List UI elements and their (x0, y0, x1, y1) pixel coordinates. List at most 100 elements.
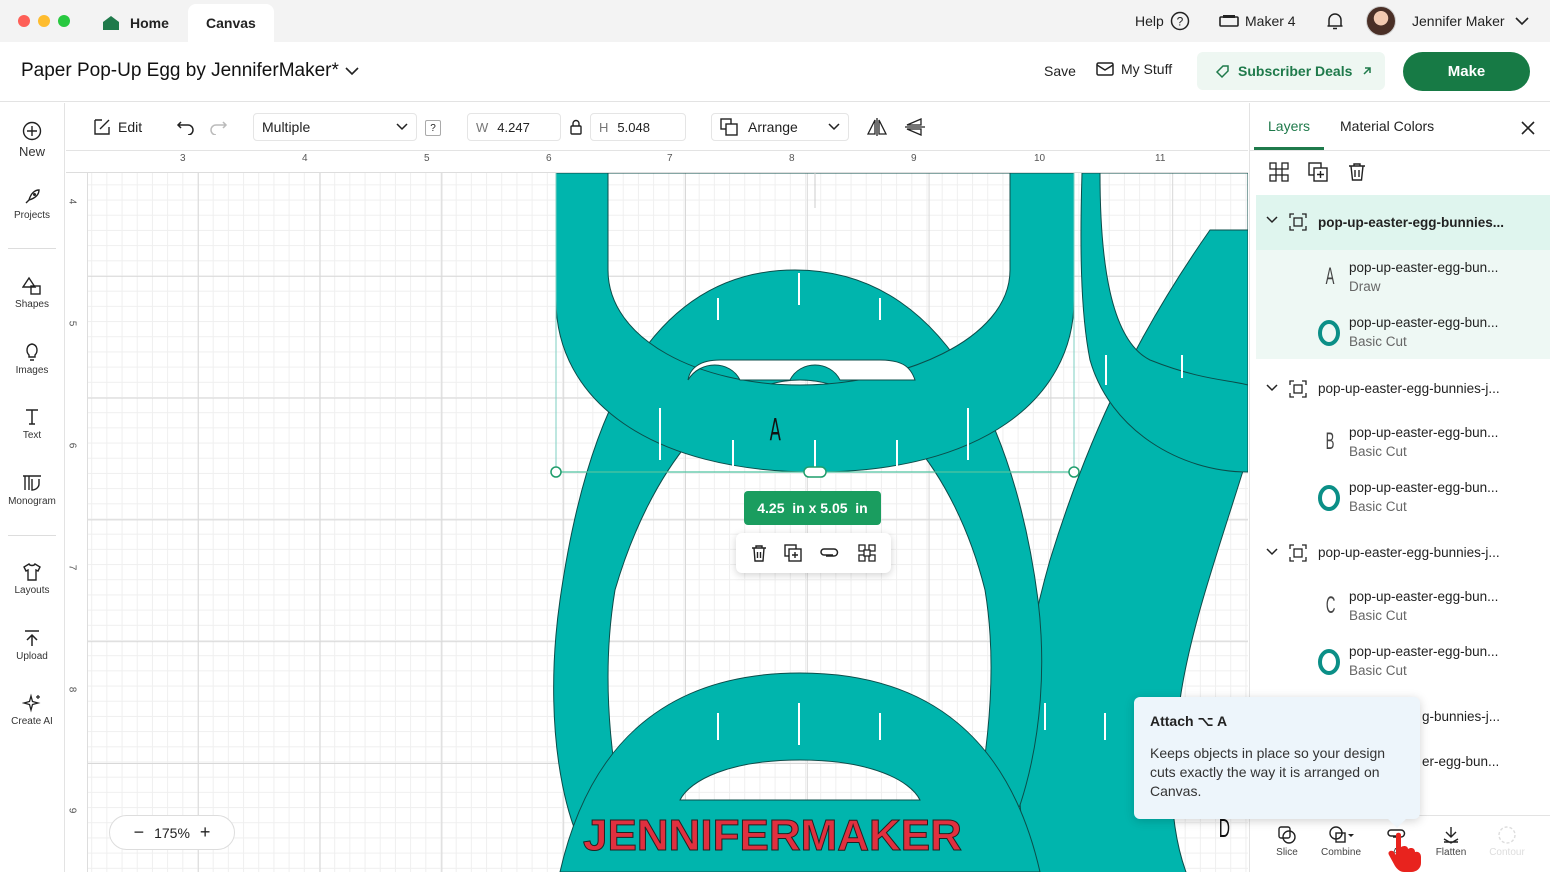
layer-group-name: pop-up-easter-egg-bunnies... (1318, 215, 1505, 230)
zoom-in-button[interactable]: + (200, 822, 211, 843)
zoom-window-button[interactable] (58, 15, 70, 27)
user-menu[interactable]: Jennifer Maker (1366, 0, 1529, 42)
height-field[interactable]: H 5.048 (590, 113, 686, 141)
flatten-icon (1443, 827, 1459, 844)
sidebar-item-monogram[interactable]: Monogram (0, 473, 64, 507)
close-panel-icon[interactable] (1520, 120, 1536, 136)
egg-cut-thumbnail-icon (1318, 320, 1340, 346)
tab-home[interactable]: Home (84, 4, 187, 42)
flatten-button[interactable]: Flatten (1426, 825, 1476, 858)
make-button[interactable]: Make (1403, 52, 1530, 91)
flip-horizontal-icon (866, 118, 888, 136)
question-circle-icon: ? (1170, 11, 1190, 31)
design-artwork[interactable] (88, 173, 1248, 872)
width-field[interactable]: W 4.247 (467, 113, 561, 141)
arrange-label: Arrange (748, 119, 798, 135)
avatar (1366, 6, 1396, 36)
operation-help-badge[interactable]: ? (425, 120, 441, 136)
sidebar-item-label: Text (22, 430, 42, 441)
zoom-out-button[interactable]: − (134, 822, 145, 843)
layer-group[interactable]: pop-up-easter-egg-bunnies-j... (1256, 525, 1550, 580)
sidebar-item-shapes[interactable]: Shapes (0, 276, 64, 310)
lock-icon (570, 119, 582, 135)
layer-name-partial[interactable]: er-egg-bun... (1422, 754, 1499, 769)
group-icon[interactable] (857, 543, 877, 563)
chevron-down-icon[interactable] (1266, 548, 1278, 556)
height-value: 5.048 (617, 119, 650, 135)
slice-icon (1278, 826, 1296, 844)
sidebar-divider (8, 535, 56, 536)
save-button[interactable]: Save (1044, 63, 1076, 79)
ruler-tick-label: 4 (302, 153, 308, 164)
combine-button[interactable]: Combine (1316, 825, 1366, 858)
lock-proportions-button[interactable] (569, 113, 583, 141)
sidebar-item-layouts[interactable]: Layouts (0, 562, 64, 596)
project-title: Paper Pop-Up Egg by JenniferMaker* (21, 60, 339, 81)
layer-group[interactable]: pop-up-easter-egg-bunnies-j... (1256, 361, 1550, 416)
my-stuff-button[interactable]: My Stuff (1096, 61, 1172, 77)
layer-group[interactable]: pop-up-easter-egg-bunnies... (1256, 195, 1550, 250)
selection-handle (1068, 466, 1080, 478)
contour-button[interactable]: Contour (1482, 825, 1532, 858)
trash-icon[interactable] (750, 544, 768, 562)
sidebar-item-text[interactable]: Text (0, 407, 64, 441)
slice-button[interactable]: Slice (1262, 825, 1312, 858)
plus-circle-icon (22, 121, 42, 141)
sidebar-item-label: Create AI (11, 716, 53, 727)
project-title-dropdown[interactable]: Paper Pop-Up Egg by JenniferMaker* (21, 60, 359, 82)
machine-label: Maker 4 (1245, 13, 1296, 29)
ruler-tick-label: 9 (911, 153, 917, 164)
sidebar-item-images[interactable]: Images (0, 342, 64, 376)
chevron-down-icon[interactable] (1266, 384, 1278, 392)
flip-vertical-icon (905, 118, 925, 136)
layer-item[interactable]: B pop-up-easter-egg-bun... Basic Cut (1256, 416, 1550, 471)
layer-operation: Basic Cut (1349, 334, 1407, 349)
ruler-tick-label: 3 (180, 153, 186, 164)
layer-item[interactable]: pop-up-easter-egg-bun... Basic Cut (1256, 635, 1550, 690)
delete-layer-icon[interactable] (1347, 162, 1367, 182)
arrange-dropdown[interactable]: Arrange (711, 113, 849, 141)
monogram-icon (23, 475, 41, 491)
flip-horizontal-button[interactable] (866, 113, 888, 141)
help-button[interactable]: Help ? (1135, 0, 1190, 42)
undo-button[interactable] (176, 113, 196, 141)
sidebar-item-projects[interactable]: Projects (0, 187, 64, 221)
tooltip-body: Keeps objects in place so your design cu… (1150, 745, 1386, 799)
layer-name: pop-up-easter-egg-bun... (1349, 480, 1499, 495)
subscriber-deals-button[interactable]: Subscriber Deals (1197, 52, 1385, 90)
design-canvas[interactable]: A D 4.25 in x 5.05 in JENNIFERMAKER − 17… (88, 173, 1248, 872)
sidebar-item-create-ai[interactable]: Create AI (0, 693, 64, 727)
sidebar-item-label: Projects (13, 210, 51, 221)
slice-label: Slice (1276, 847, 1298, 858)
tab-canvas[interactable]: Canvas (188, 4, 274, 42)
notifications-button[interactable] (1325, 0, 1345, 42)
ruler-tick-label: 7 (667, 153, 673, 164)
layer-item[interactable]: C pop-up-easter-egg-bun... Basic Cut (1256, 580, 1550, 635)
tab-layers[interactable]: Layers (1268, 118, 1310, 134)
layer-item[interactable]: pop-up-easter-egg-bun... Basic Cut (1256, 471, 1550, 526)
edit-button[interactable]: Edit (92, 113, 142, 141)
layer-item[interactable]: A pop-up-easter-egg-bun... Draw (1256, 251, 1550, 306)
close-window-button[interactable] (18, 15, 30, 27)
layer-item[interactable]: pop-up-easter-egg-bun... Basic Cut (1256, 306, 1550, 361)
ruler-tick-label: 4 (66, 198, 78, 205)
duplicate-icon[interactable] (784, 544, 803, 562)
attach-icon[interactable] (819, 546, 841, 560)
width-label: W (476, 119, 489, 135)
ruler-tick-label: 7 (66, 564, 78, 571)
subscriber-deals-label: Subscriber Deals (1238, 63, 1353, 79)
machine-selector[interactable]: Maker 4 (1219, 0, 1296, 42)
design-sidebar: New Projects Shapes Images Text Monogram… (0, 103, 65, 872)
sidebar-item-upload[interactable]: Upload (0, 628, 64, 662)
operation-select[interactable]: Multiple (253, 113, 417, 141)
rocket-icon (25, 189, 40, 204)
minimize-window-button[interactable] (38, 15, 50, 27)
sidebar-item-new[interactable]: New (0, 121, 64, 159)
ungroup-icon[interactable] (1269, 162, 1289, 182)
duplicate-layer-icon[interactable] (1308, 162, 1328, 182)
chevron-down-icon[interactable] (1266, 216, 1278, 224)
tab-material-colors[interactable]: Material Colors (1340, 118, 1434, 134)
layer-group-name-partial[interactable]: g-bunnies-j... (1422, 709, 1500, 724)
redo-button[interactable] (208, 113, 228, 141)
flip-vertical-button[interactable] (904, 113, 926, 141)
